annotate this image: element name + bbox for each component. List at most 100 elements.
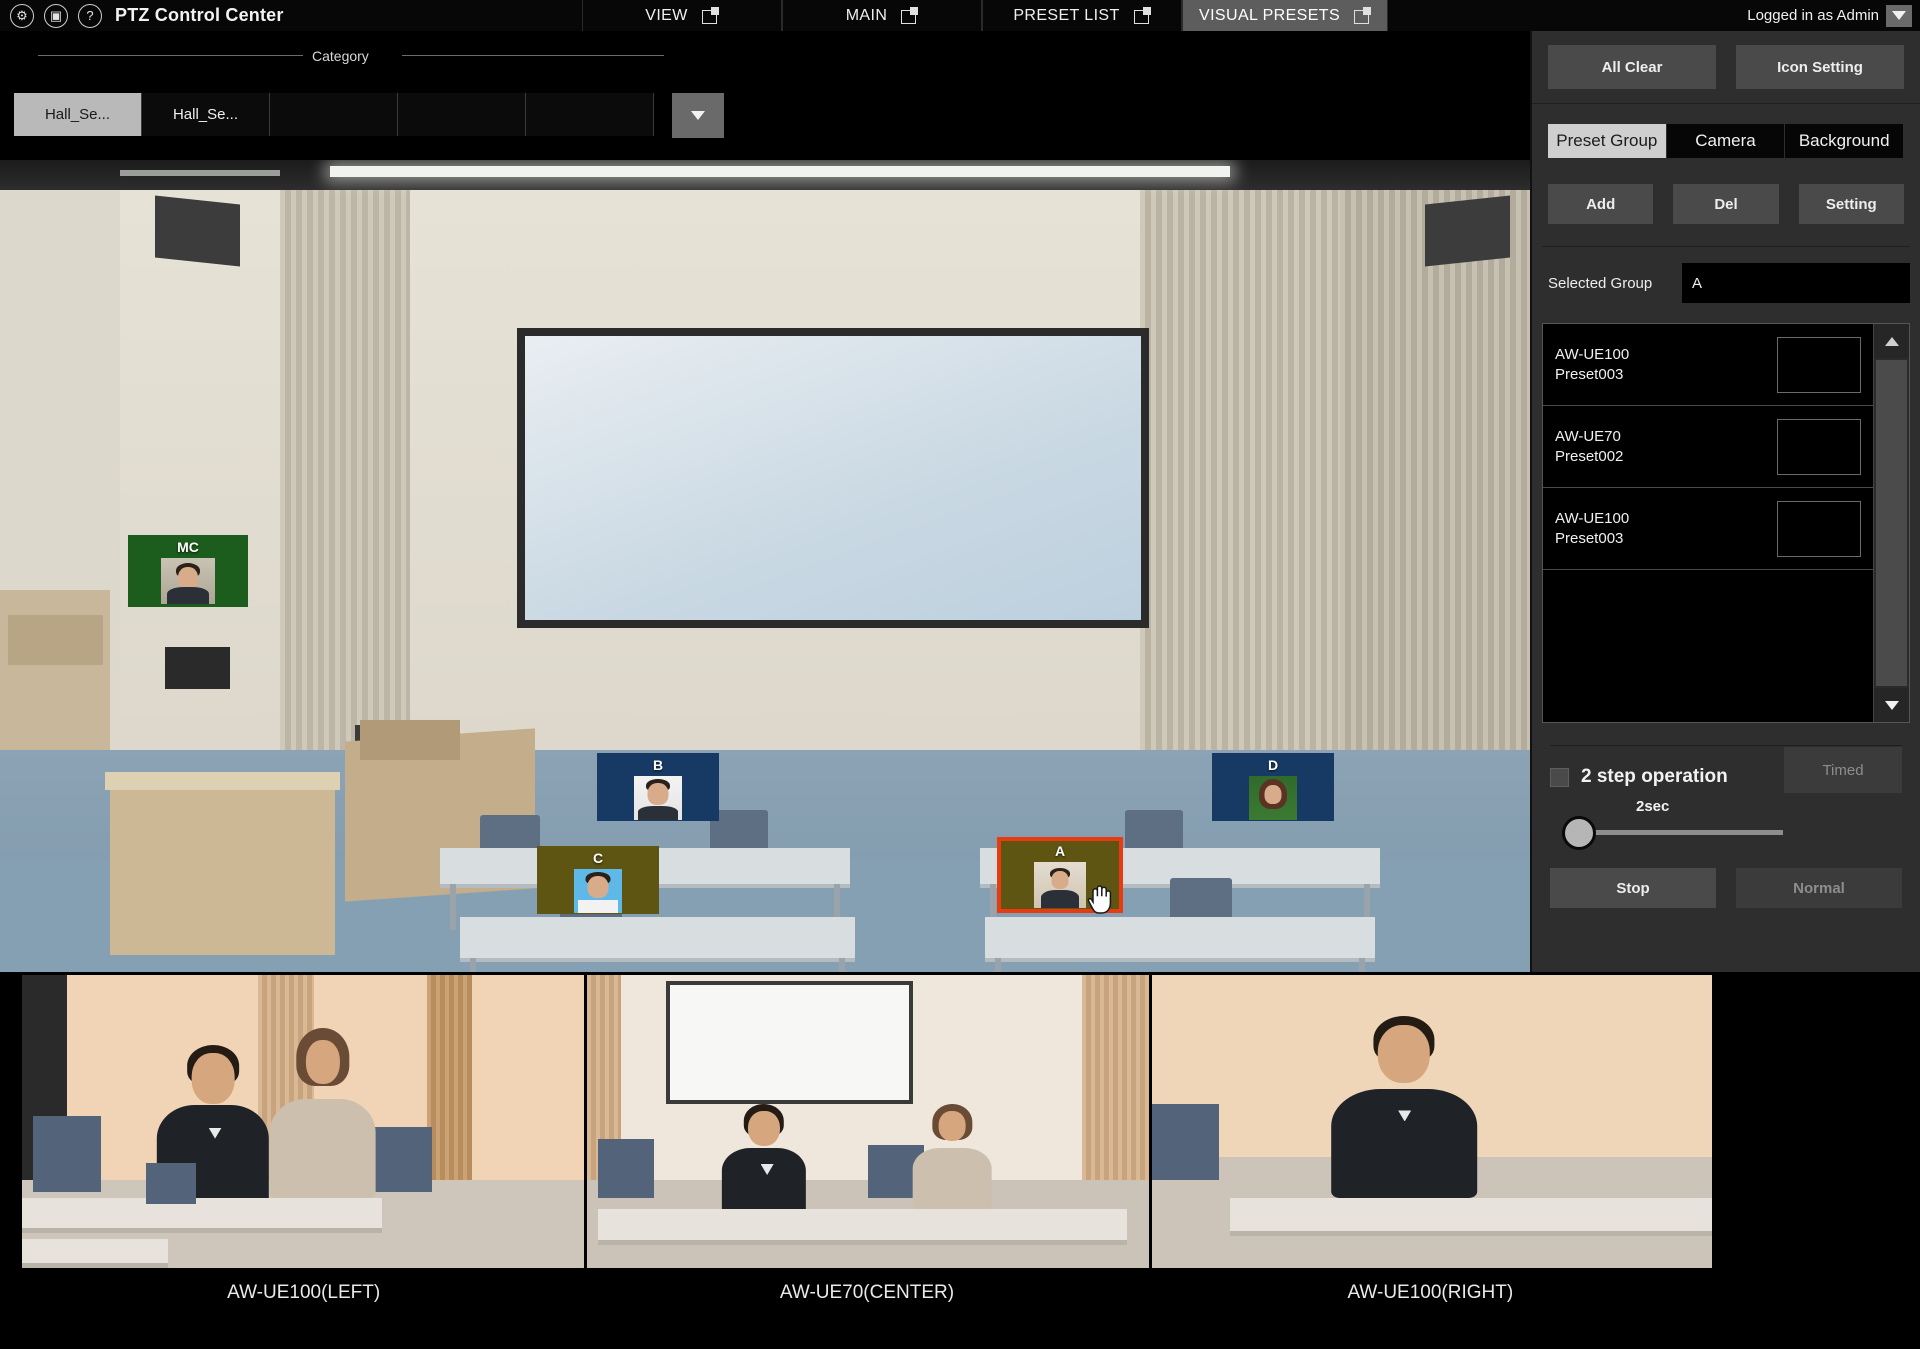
user-menu-button[interactable]	[1886, 4, 1912, 27]
tab-main-label: MAIN	[845, 6, 888, 24]
category-tab-4[interactable]	[526, 93, 654, 136]
tab-camera-label: Camera	[1695, 131, 1756, 150]
duration-slider[interactable]: 2sec	[1550, 798, 1902, 854]
ptz-control-center-window: ⚙ ▣ ? PTZ Control Center VIEW MAIN PRESE…	[0, 0, 1920, 1349]
title-bar-icon-group: ⚙ ▣ ?	[0, 3, 102, 28]
right-control-panel: All Clear Icon Setting Preset Group Came…	[1530, 31, 1920, 972]
chevron-down-icon	[1892, 11, 1906, 20]
preset-card-c[interactable]: C	[537, 846, 659, 914]
tab-preset-list[interactable]: PRESET LIST	[982, 0, 1182, 31]
two-step-label: 2 step operation	[1581, 766, 1728, 787]
preset-card-b-label: B	[652, 757, 664, 773]
tab-camera[interactable]: Camera	[1666, 124, 1786, 158]
chevron-up-icon	[1884, 336, 1899, 346]
normal-button[interactable]: Normal	[1736, 868, 1902, 908]
settings-gear-icon[interactable]: ⚙	[10, 3, 34, 28]
list-item-text: AW-UE100 Preset003	[1555, 509, 1777, 549]
timed-button[interactable]: Timed	[1784, 747, 1902, 793]
duration-slider-row: 2sec Timed	[1550, 747, 1902, 854]
camera-preview-strip: AW-UE100(LEFT) AW-UE70(CENTER) AW-UE100(…	[0, 972, 1920, 1349]
preset-card-mc-label: MC	[177, 539, 199, 555]
tab-visual-presets-label: VISUAL PRESETS	[1199, 6, 1341, 24]
list-item-text: AW-UE70 Preset002	[1555, 427, 1777, 467]
user-area: Logged in as Admin	[1747, 0, 1912, 31]
list-item[interactable]: AW-UE100 Preset003	[1543, 488, 1873, 570]
preset-card-mc[interactable]: MC	[128, 535, 248, 607]
category-tab-3[interactable]	[398, 93, 526, 136]
preset-card-a-thumbnail	[1034, 862, 1086, 908]
selected-group-value[interactable]: A	[1682, 263, 1910, 303]
slider-track[interactable]	[1578, 830, 1783, 835]
preset-list[interactable]: AW-UE100 Preset003 AW-UE70 Preset002 AW-…	[1542, 323, 1910, 723]
tab-preset-group[interactable]: Preset Group	[1548, 124, 1667, 158]
scroll-down-button[interactable]	[1874, 688, 1909, 722]
category-dropdown-button[interactable]	[672, 93, 724, 138]
camera-preview-left[interactable]	[22, 975, 584, 1268]
preset-card-d[interactable]: D	[1212, 753, 1334, 821]
main-tab-bar: VIEW MAIN PRESET LIST VISUAL PRESETS	[582, 0, 1389, 31]
preset-list-scrollbar[interactable]	[1873, 324, 1909, 722]
list-item-preset: Preset003	[1555, 365, 1624, 383]
stop-button[interactable]: Stop	[1550, 868, 1716, 908]
popout-icon[interactable]	[901, 7, 919, 24]
tab-view[interactable]: VIEW	[582, 0, 782, 31]
tab-main[interactable]: MAIN	[782, 0, 982, 31]
camera-icon[interactable]: ▣	[44, 3, 68, 28]
duration-value-label: 2sec	[1636, 798, 1670, 815]
list-item[interactable]: AW-UE100 Preset003	[1543, 324, 1873, 406]
preset-card-b[interactable]: B	[597, 753, 719, 821]
popout-icon[interactable]	[1133, 7, 1151, 24]
app-title: PTZ Control Center	[115, 5, 284, 25]
category-fieldset: Category	[12, 48, 667, 64]
chevron-down-icon	[1884, 700, 1899, 710]
popout-icon[interactable]	[1354, 7, 1372, 24]
camera-preview-right[interactable]	[1152, 975, 1712, 1268]
setting-button[interactable]: Setting	[1798, 184, 1904, 224]
preset-card-d-label: D	[1267, 757, 1279, 773]
group-action-buttons: Add Del Setting	[1548, 184, 1904, 224]
list-item-thumbnail	[1777, 500, 1861, 557]
list-item-preset: Preset003	[1555, 529, 1624, 547]
del-button[interactable]: Del	[1673, 184, 1779, 224]
visual-preset-room-view[interactable]: MC B C A D	[0, 160, 1530, 972]
list-item-thumbnail	[1777, 336, 1861, 393]
panel-top-actions: All Clear Icon Setting	[1532, 31, 1920, 104]
all-clear-button[interactable]: All Clear	[1548, 45, 1716, 89]
category-tab-1[interactable]: Hall_Se...	[142, 93, 270, 136]
preset-list-body: AW-UE100 Preset003 AW-UE70 Preset002 AW-…	[1543, 324, 1873, 722]
preset-card-mc-thumbnail	[161, 558, 215, 604]
camera-label-row: AW-UE100(LEFT) AW-UE70(CENTER) AW-UE100(…	[22, 1282, 1712, 1304]
category-tab-0-label: Hall_Se...	[44, 106, 111, 123]
tab-visual-presets[interactable]: VISUAL PRESETS	[1182, 0, 1389, 31]
slider-knob[interactable]	[1562, 816, 1596, 850]
list-item[interactable]: AW-UE70 Preset002	[1543, 406, 1873, 488]
icon-setting-button[interactable]: Icon Setting	[1736, 45, 1904, 89]
category-tab-2[interactable]	[270, 93, 398, 136]
scrollbar-track[interactable]	[1874, 358, 1909, 688]
camera-label-right: AW-UE100(RIGHT)	[1347, 1282, 1514, 1303]
divider	[38, 55, 303, 56]
camera-label-left: AW-UE100(LEFT)	[227, 1282, 381, 1303]
chevron-down-icon	[691, 111, 705, 120]
popout-icon[interactable]	[701, 7, 719, 24]
scrollbar-thumb[interactable]	[1876, 360, 1907, 686]
selected-group-row: Selected Group A	[1542, 246, 1910, 303]
scroll-up-button[interactable]	[1874, 324, 1909, 358]
tab-preset-list-label: PRESET LIST	[1013, 6, 1120, 24]
category-bar: Category Hall_Se... Hall_Se...	[0, 31, 1530, 160]
camera-preview-center[interactable]	[587, 975, 1149, 1268]
list-item-camera: AW-UE100	[1555, 345, 1630, 363]
tab-background[interactable]: Background	[1785, 124, 1905, 158]
camera-preview-row	[22, 975, 1712, 1268]
panel-tab-bar: Preset Group Camera Background	[1548, 124, 1905, 158]
tab-view-label: VIEW	[645, 6, 688, 24]
preset-card-a[interactable]: A	[997, 837, 1123, 913]
two-step-checkbox[interactable]	[1550, 767, 1569, 787]
camera-label-center: AW-UE70(CENTER)	[779, 1282, 955, 1303]
category-tab-1-label: Hall_Se...	[172, 106, 239, 123]
list-item-text: AW-UE100 Preset003	[1555, 345, 1777, 385]
help-icon[interactable]: ?	[78, 3, 102, 28]
preset-card-a-label: A	[1054, 843, 1066, 859]
add-button[interactable]: Add	[1548, 184, 1654, 224]
category-tab-0[interactable]: Hall_Se...	[14, 93, 142, 136]
